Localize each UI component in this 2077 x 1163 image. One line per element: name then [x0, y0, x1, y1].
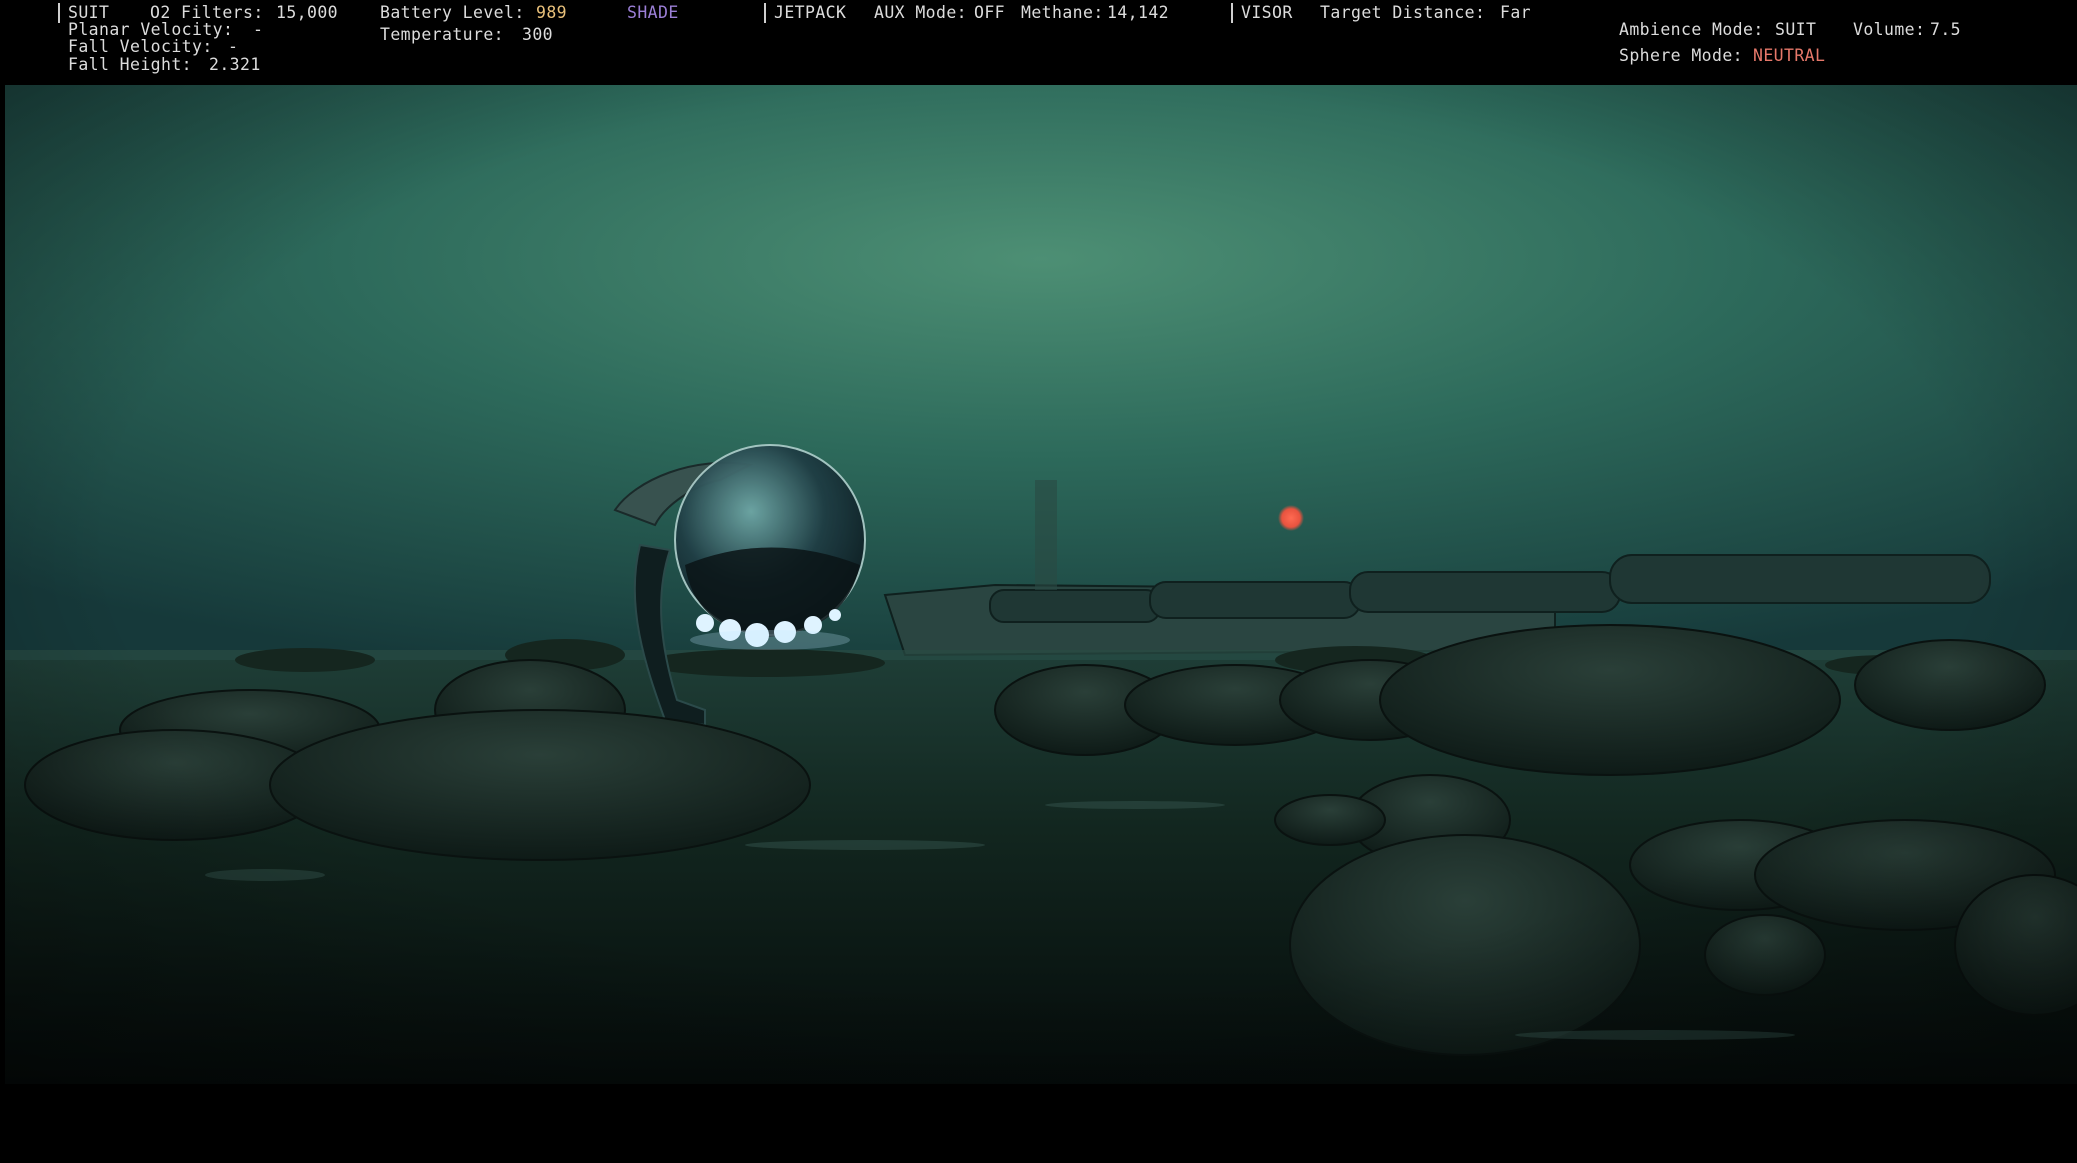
visor-section-label: VISOR [1241, 3, 1293, 22]
fall-height-value: 2.321 [209, 55, 261, 74]
ambience-mode-value: SUIT [1775, 20, 1817, 39]
game-scene [5, 85, 2077, 1084]
letterbox-bottom [0, 1084, 2077, 1163]
temperature-value: 300 [522, 25, 554, 44]
battery-level-label: Battery Level: [380, 3, 525, 22]
sphere-mode-label: Sphere Mode: [1619, 46, 1744, 65]
game-viewport[interactable] [5, 85, 2077, 1084]
hud-bar: SUIT O2 Filters: 15,000 Planar Velocity:… [0, 0, 2077, 85]
o2-filters-label: O2 Filters: [150, 3, 264, 22]
fall-velocity-value: - [228, 37, 239, 56]
suit-section-label: SUIT [68, 3, 110, 22]
target-distance-label: Target Distance: [1320, 3, 1486, 22]
aux-mode-value: OFF [974, 3, 1006, 22]
sphere-mode-value: NEUTRAL [1753, 46, 1826, 65]
planar-velocity-value: - [253, 20, 264, 39]
aux-mode-label: AUX Mode: [874, 3, 968, 22]
o2-filters-value: 15,000 [276, 3, 339, 22]
volume-label: Volume: [1853, 20, 1926, 39]
ambience-mode-label: Ambience Mode: [1619, 20, 1764, 39]
jetpack-section-label: JETPACK [774, 3, 847, 22]
planar-velocity-label: Planar Velocity: [68, 20, 234, 39]
battery-level-value: 989 [536, 3, 568, 22]
temperature-label: Temperature: [380, 25, 505, 44]
shade-indicator: SHADE [627, 3, 679, 22]
fall-height-label: Fall Height: [68, 55, 193, 74]
hud-separator-visor [1231, 3, 1233, 23]
target-distance-value: Far [1500, 3, 1532, 22]
volume-value: 7.5 [1930, 20, 1962, 39]
fall-velocity-label: Fall Velocity: [68, 37, 213, 56]
methane-label: Methane: [1021, 3, 1104, 22]
methane-value: 14,142 [1107, 3, 1170, 22]
hud-separator-suit [58, 3, 60, 23]
hud-separator-jetpack [764, 3, 766, 23]
